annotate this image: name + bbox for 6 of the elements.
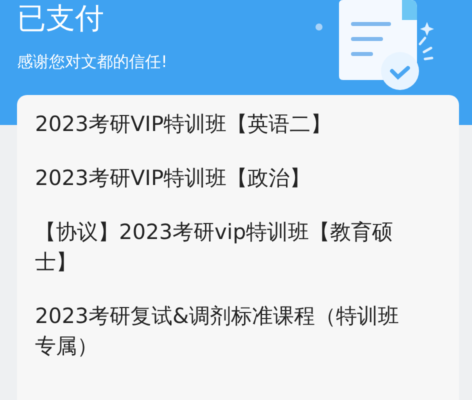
course-name: 2023考研复试&调剂标准课程（特训班专属）	[35, 303, 400, 360]
course-name: 2023考研VIP特训班【政治】	[35, 165, 312, 192]
thanks-message: 感谢您对文都的信任!	[17, 51, 168, 73]
status-title: 已支付	[17, 0, 105, 36]
course-name: 【协议】2023考研vip特训班【教育硕士】	[35, 219, 394, 276]
course-name: 2023考研VIP特训班【英语二】	[35, 111, 333, 138]
